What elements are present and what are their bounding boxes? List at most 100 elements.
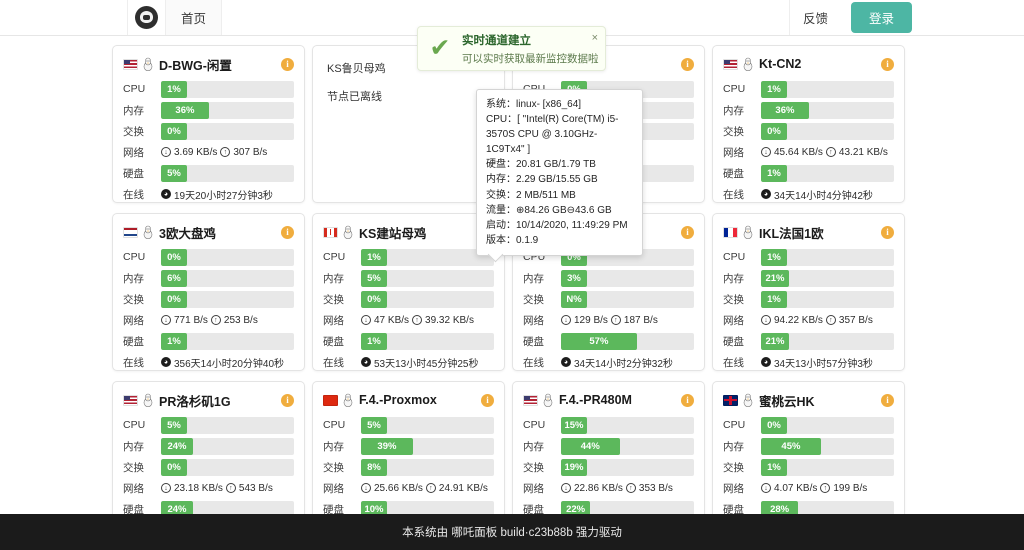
- metric-row-swap: 交换0%: [123, 290, 294, 308]
- metric-bar-fill-cpu: 1%: [761, 81, 787, 98]
- tooltip-key: 版本：: [486, 235, 516, 246]
- linux-penguin-icon: [742, 225, 754, 239]
- metric-bar-track-memory: 21%: [761, 270, 894, 287]
- tooltip-row: 交换：2 MB/511 MB: [486, 188, 634, 203]
- tooltip-key: 启动：: [486, 220, 516, 231]
- metric-label-online: 在线: [123, 187, 161, 202]
- info-icon[interactable]: i: [281, 226, 294, 239]
- metric-value-swap: 1%: [767, 294, 781, 305]
- metric-value-swap: N%: [566, 294, 581, 305]
- info-icon[interactable]: i: [481, 394, 494, 407]
- nav-item-home[interactable]: 首页: [165, 0, 222, 35]
- download-arrow-icon: ↓: [361, 483, 371, 493]
- metric-bar-track-disk: 1%: [761, 165, 894, 182]
- metric-row-swap: 交换8%: [323, 458, 494, 476]
- metric-row-network: 网络↓771 B/s↑253 B/s: [123, 311, 294, 329]
- metric-row-swap: 交换1%: [723, 458, 894, 476]
- metric-bar-fill-memory: 6%: [161, 270, 187, 287]
- network-upload-value: 253 B/s: [224, 315, 258, 326]
- info-icon[interactable]: i: [881, 226, 894, 239]
- download-arrow-icon: ↓: [761, 315, 771, 325]
- server-name: Kt-CN2: [759, 57, 801, 71]
- metric-bar-track-disk: 1%: [361, 333, 494, 350]
- clock-icon: ◕: [361, 357, 371, 367]
- server-card[interactable]: Kt-CN2iCPU1%内存36%交换0%网络↓45.64 KB/s↑43.21…: [712, 45, 905, 203]
- metric-bar-track-memory: 45%: [761, 438, 894, 455]
- network-values: ↓3.69 KB/s↑307 B/s: [161, 147, 294, 158]
- tooltip-value: 2 MB/511 MB: [516, 190, 576, 201]
- tooltip-key: 硬盘：: [486, 159, 516, 170]
- login-button[interactable]: 登录: [851, 2, 912, 33]
- metric-label-online: 在线: [723, 355, 761, 370]
- metric-row-memory: 内存39%: [323, 437, 494, 455]
- metric-row-cpu: CPU15%: [523, 416, 694, 434]
- tooltip-row: CPU：[ "Intel(R) Core(TM) i5-3570S CPU @ …: [486, 112, 634, 157]
- metric-row-swap: 交换0%: [323, 290, 494, 308]
- tooltip-value: 2.29 GB/15.55 GB: [516, 174, 598, 185]
- metric-value-memory: 44%: [581, 441, 600, 452]
- metric-label-cpu: CPU: [123, 251, 161, 263]
- metric-label-memory: 内存: [523, 271, 561, 286]
- info-icon[interactable]: i: [881, 58, 894, 71]
- metric-bar-track-disk: 1%: [161, 333, 294, 350]
- metric-label-memory: 内存: [523, 439, 561, 454]
- download-arrow-icon: ↓: [161, 147, 171, 157]
- metric-bar-fill-cpu: 1%: [161, 81, 187, 98]
- metric-row-network: 网络↓3.69 KB/s↑307 B/s: [123, 143, 294, 161]
- metric-label-network: 网络: [323, 313, 361, 328]
- metric-label-network: 网络: [723, 481, 761, 496]
- network-upload-value: 353 B/s: [639, 483, 673, 494]
- linux-penguin-icon: [142, 225, 154, 239]
- info-icon[interactable]: i: [881, 394, 894, 407]
- metric-bar-track-swap: 0%: [161, 291, 294, 308]
- tooltip-key: 系统：: [486, 99, 516, 110]
- metric-bar-track-swap: 0%: [361, 291, 494, 308]
- tooltip-row: 内存：2.29 GB/15.55 GB: [486, 172, 634, 187]
- network-upload-value: 307 B/s: [233, 147, 267, 158]
- metric-label-memory: 内存: [723, 103, 761, 118]
- info-icon[interactable]: i: [681, 226, 694, 239]
- metric-value-memory: 24%: [167, 441, 186, 452]
- server-card[interactable]: IKL法国1欧iCPU1%内存21%交换1%网络↓94.22 KB/s↑357 …: [712, 213, 905, 371]
- metric-bar-track-disk: 57%: [561, 333, 694, 350]
- metric-label-disk: 硬盘: [723, 334, 761, 349]
- flag-icon-us: [523, 395, 538, 406]
- metric-value-disk: 28%: [770, 504, 789, 515]
- nav-item-feedback[interactable]: 反馈: [789, 0, 841, 35]
- metric-bar-fill-swap: 0%: [761, 123, 787, 140]
- tooltip-value: linux- [x86_64]: [516, 99, 581, 110]
- upload-arrow-icon: ↑: [626, 483, 636, 493]
- server-card[interactable]: 3欧大盘鸡iCPU0%内存6%交换0%网络↓771 B/s↑253 B/s硬盘1…: [112, 213, 305, 371]
- tooltip-key: 流量：: [486, 205, 516, 216]
- metric-row-online: 在线◕34天14小时2分钟32秒: [523, 353, 694, 371]
- metric-bar-track-cpu: 1%: [161, 81, 294, 98]
- close-icon[interactable]: ×: [592, 32, 598, 44]
- network-values: ↓94.22 KB/s↑357 B/s: [761, 315, 894, 326]
- server-card[interactable]: D-BWG-闲置iCPU1%内存36%交换0%网络↓3.69 KB/s↑307 …: [112, 45, 305, 203]
- info-icon[interactable]: i: [681, 394, 694, 407]
- offline-status-text: 节点已离线: [327, 88, 494, 104]
- server-name: KS建站母鸡: [359, 223, 426, 242]
- info-icon[interactable]: i: [281, 58, 294, 71]
- metric-bar-track-disk: 5%: [161, 165, 294, 182]
- download-arrow-icon: ↓: [161, 483, 171, 493]
- network-upload-value: 543 B/s: [239, 483, 273, 494]
- metric-bar-track-memory: 44%: [561, 438, 694, 455]
- metric-bar-fill-cpu: 5%: [161, 417, 187, 434]
- metric-row-network: 网络↓94.22 KB/s↑357 B/s: [723, 311, 894, 329]
- metric-value-disk: 24%: [167, 504, 186, 515]
- server-card-header: 3欧大盘鸡i: [123, 223, 294, 241]
- server-name: 蜜桃云HK: [759, 391, 815, 410]
- clock-icon: ◕: [761, 189, 771, 199]
- metric-row-online: 在线◕34天14小时4分钟42秒: [723, 185, 894, 203]
- metric-label-cpu: CPU: [123, 83, 161, 95]
- info-icon[interactable]: i: [281, 394, 294, 407]
- server-card-header: PR洛杉矶1Gi: [123, 391, 294, 409]
- site-logo[interactable]: [127, 0, 165, 35]
- metric-value-disk: 10%: [364, 504, 383, 515]
- network-values: ↓771 B/s↑253 B/s: [161, 315, 294, 326]
- metric-value-swap: 0%: [367, 294, 381, 305]
- flag-icon-cn: [323, 395, 338, 406]
- info-icon[interactable]: i: [681, 58, 694, 71]
- metric-label-network: 网络: [723, 145, 761, 160]
